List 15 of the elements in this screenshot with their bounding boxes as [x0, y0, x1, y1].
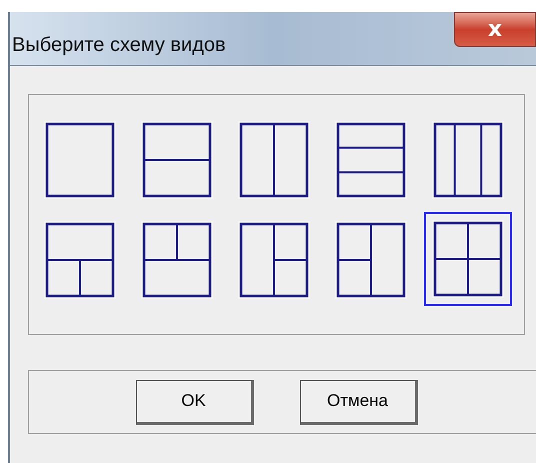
layout-icon [141, 221, 213, 299]
layout-icon [238, 121, 310, 199]
window-title: Выберите схему видов [12, 33, 226, 58]
layout-icon [335, 221, 407, 299]
layout-icon [44, 221, 116, 299]
layout-option[interactable] [424, 212, 512, 306]
layout-icon [141, 121, 213, 199]
layout-icon [335, 121, 407, 199]
dialog-button[interactable]: Отмена [300, 380, 418, 424]
layout-icon [432, 121, 504, 199]
layout-icon [238, 221, 310, 299]
close-button[interactable]: x [454, 12, 536, 47]
layout-icon [432, 220, 504, 298]
layout-icon [44, 121, 116, 199]
dialog-button[interactable]: OK [136, 380, 254, 424]
